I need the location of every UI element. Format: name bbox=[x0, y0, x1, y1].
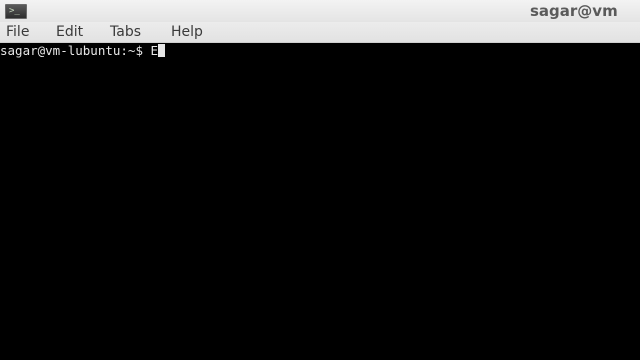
terminal-area[interactable]: sagar@vm-lubuntu:~$ E bbox=[0, 43, 640, 360]
terminal-window: >_ sagar@vm File Edit Tabs Help sagar@vm… bbox=[0, 0, 640, 360]
window-title: sagar@vm bbox=[530, 2, 618, 20]
shell-prompt: sagar@vm-lubuntu:~$ bbox=[0, 43, 151, 58]
terminal-icon: >_ bbox=[5, 4, 27, 19]
text-cursor bbox=[158, 44, 166, 57]
title-bar[interactable]: >_ sagar@vm bbox=[0, 0, 640, 22]
menu-file[interactable]: File bbox=[6, 23, 29, 41]
menu-bar: File Edit Tabs Help bbox=[0, 22, 640, 43]
command-line: sagar@vm-lubuntu:~$ E bbox=[0, 43, 166, 58]
command-input: E bbox=[150, 43, 159, 58]
menu-help[interactable]: Help bbox=[171, 23, 203, 41]
menu-tabs[interactable]: Tabs bbox=[110, 23, 141, 41]
menu-edit[interactable]: Edit bbox=[56, 23, 83, 41]
